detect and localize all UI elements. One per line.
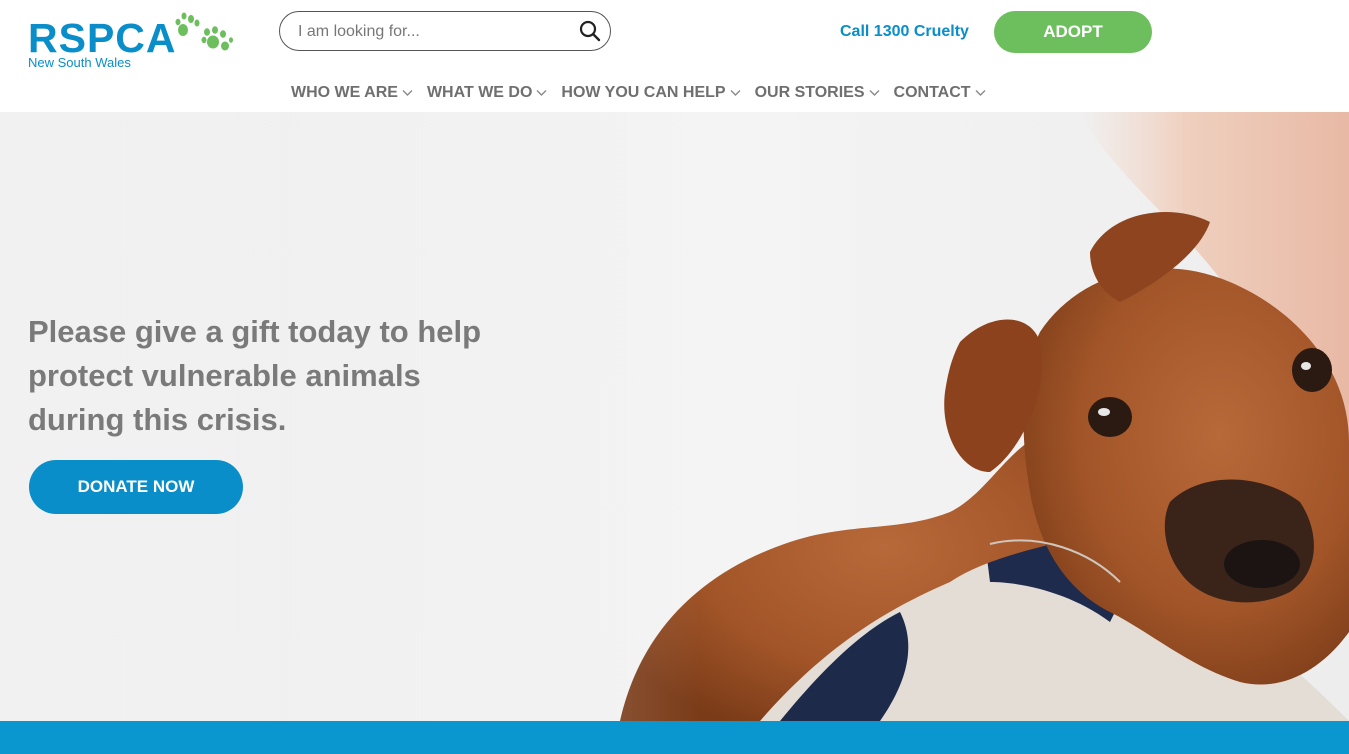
call-cruelty-link[interactable]: Call 1300 Cruelty	[840, 23, 969, 41]
paw-prints-icon	[175, 12, 233, 51]
search-input[interactable]	[298, 21, 568, 43]
search-icon[interactable]	[578, 19, 602, 43]
nav-item-how-you-can-help[interactable]: HOW YOU CAN HELP	[561, 82, 741, 104]
chevron-down-icon	[536, 90, 547, 96]
hero-headline: Please give a gift today to help protect…	[28, 314, 482, 437]
nav-item-who-we-are[interactable]: WHO WE ARE	[291, 82, 413, 104]
logo-region: New South Wales	[28, 55, 131, 70]
nav-item-what-we-do[interactable]: WHAT WE DO	[427, 82, 547, 104]
nav-item-our-stories[interactable]: OUR STORIES	[755, 82, 880, 104]
chevron-down-icon	[975, 90, 986, 96]
nav-item-label: CONTACT	[893, 84, 971, 101]
adopt-button[interactable]: ADOPT	[994, 11, 1152, 53]
nav-item-label: WHAT WE DO	[426, 84, 533, 101]
rspca-logo[interactable]: RSPCA New South Wales	[28, 10, 233, 72]
search-box	[279, 11, 611, 51]
donate-now-button[interactable]: DONATE NOW	[29, 460, 243, 514]
footer-band	[0, 721, 1349, 754]
chevron-down-icon	[869, 90, 880, 96]
hero-banner: Please give a gift today to help protect…	[0, 112, 1349, 721]
nav-item-label: WHO WE ARE	[291, 84, 398, 101]
site-header: RSPCA New South Wales I am looking for..…	[0, 0, 1349, 112]
nav-item-label: HOW YOU CAN HELP	[561, 84, 726, 101]
chevron-down-icon	[730, 90, 741, 96]
chevron-down-icon	[402, 90, 413, 96]
logo-wordmark: RSPCA	[28, 15, 177, 61]
nav-item-contact[interactable]: CONTACT	[894, 82, 986, 104]
main-nav: WHO WE ARE WHAT WE DO HOW YOU CAN HELP O…	[291, 82, 1000, 104]
nav-item-label: OUR STORIES	[754, 84, 865, 101]
